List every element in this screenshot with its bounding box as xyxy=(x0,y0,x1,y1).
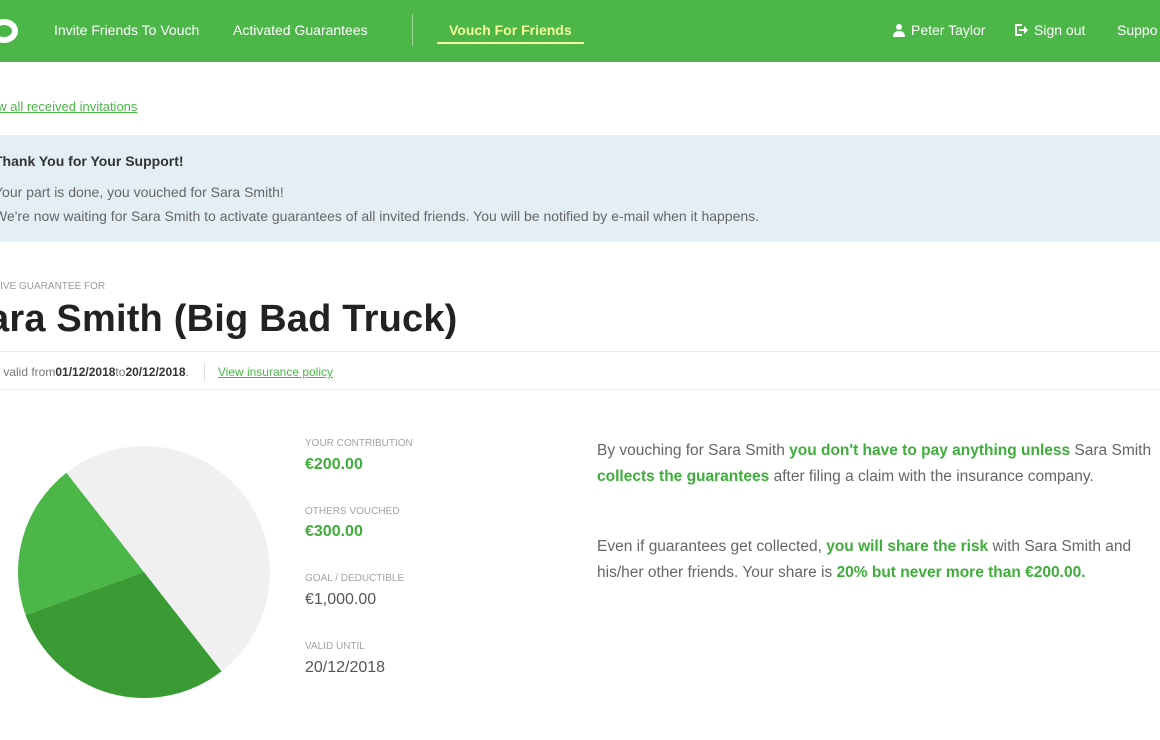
sign-out-link[interactable]: Sign out xyxy=(1015,22,1085,38)
show-all-invitations-link[interactable]: ow all received invitations xyxy=(0,99,137,114)
view-insurance-policy-link[interactable]: View insurance policy xyxy=(218,365,333,379)
nav-divider xyxy=(412,14,413,46)
page-title: ara Smith (Big Bad Truck) xyxy=(0,298,458,340)
goal-label: GOAL / DEDUCTIBLE xyxy=(305,573,405,584)
alert-title: Thank You for Your Support! xyxy=(0,153,184,169)
highlight-text: you will share the risk xyxy=(826,538,989,555)
policy-mid: to xyxy=(115,365,126,379)
nav-support[interactable]: Suppo xyxy=(1117,22,1157,38)
contribution-label: YOUR CONTRIBUTION xyxy=(305,438,413,449)
description-text: Sara Smith xyxy=(1070,442,1152,459)
description-paragraph: By vouching for Sara Smith you don't hav… xyxy=(597,438,1157,490)
description-paragraph: Even if guarantees get collected, you wi… xyxy=(597,534,1157,586)
alert-message-line2: We're now waiting for Sara Smith to acti… xyxy=(0,208,760,224)
nav-invite-friends[interactable]: Invite Friends To Vouch xyxy=(54,22,199,38)
highlight-text: 20% but never more than €200.00. xyxy=(836,564,1086,581)
others-vouched-value: €300.00 xyxy=(305,523,363,540)
page: Invite Friends To Vouch Activated Guaran… xyxy=(0,0,1160,740)
guarantee-eyebrow: TIVE GUARANTEE FOR xyxy=(0,281,106,292)
description-text: after filing a claim with the insurance … xyxy=(769,468,1094,485)
top-navbar: Invite Friends To Vouch Activated Guaran… xyxy=(0,0,1160,62)
sign-out-icon xyxy=(1015,24,1028,36)
nav-activated-guarantees[interactable]: Activated Guarantees xyxy=(233,22,368,38)
success-alert: Thank You for Your Support! Your part is… xyxy=(0,135,1160,242)
valid-until-label: VALID UNTIL xyxy=(305,641,365,652)
contribution-value: €200.00 xyxy=(305,456,363,473)
policy-suffix: . xyxy=(185,365,189,379)
logo-icon[interactable] xyxy=(0,19,18,43)
guarantee-pie-chart xyxy=(18,446,270,698)
active-tab-indicator xyxy=(437,42,584,44)
policy-to-date: 20/12/2018 xyxy=(125,365,186,379)
divider xyxy=(0,351,1160,352)
divider xyxy=(0,389,1160,390)
policy-separator xyxy=(203,363,205,381)
policy-from-date: 01/12/2018 xyxy=(55,365,116,379)
sign-out-label: Sign out xyxy=(1034,22,1086,38)
description-text: Even if guarantees get collected, xyxy=(597,538,827,555)
policy-prefix: cy valid from xyxy=(0,365,56,379)
goal-value: €1,000.00 xyxy=(305,591,377,608)
highlight-text: collects the guarantees xyxy=(597,468,770,485)
valid-until-value: 20/12/2018 xyxy=(305,659,386,676)
nav-vouch-for-friends[interactable]: Vouch For Friends xyxy=(449,22,572,38)
user-name: Peter Taylor xyxy=(911,22,986,38)
others-vouched-label: OTHERS VOUCHED xyxy=(305,506,400,517)
policy-info: cy valid from 01/12/2018 to 20/12/2018 .… xyxy=(0,363,333,381)
alert-message-line1: Your part is done, you vouched for Sara … xyxy=(0,184,284,200)
highlight-text: you don't have to pay anything unless xyxy=(789,442,1071,459)
user-icon xyxy=(893,23,905,37)
description-text: By vouching for Sara Smith xyxy=(597,442,790,459)
user-menu[interactable]: Peter Taylor xyxy=(893,22,985,38)
